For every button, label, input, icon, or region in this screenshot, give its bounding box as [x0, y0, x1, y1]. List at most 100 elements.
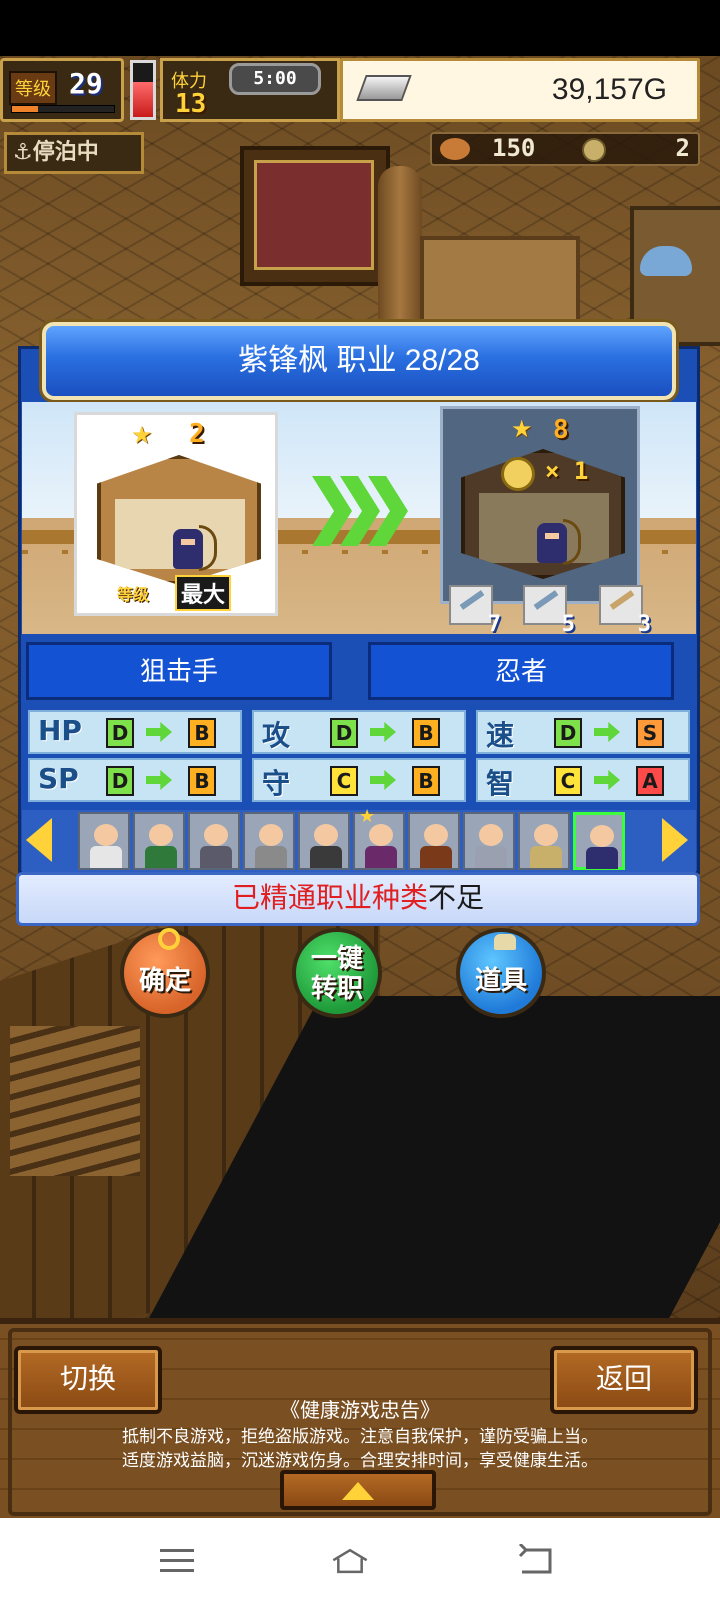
fist-icon: 3: [599, 585, 651, 634]
job-portrait-mage[interactable]: ★: [353, 806, 405, 870]
food-icon: [440, 138, 470, 160]
docked-label: 停泊中: [32, 140, 99, 165]
equip-count: 5: [561, 612, 575, 634]
current-stars: 2: [189, 419, 205, 449]
stamina-value: 13: [175, 89, 207, 119]
arrow-right-icon: [370, 770, 396, 790]
items-button[interactable]: 道具: [456, 928, 546, 1018]
arrow-right-icon: [146, 770, 172, 790]
job-portrait-wizard[interactable]: [133, 812, 185, 870]
one-click-label-1: 一键: [310, 944, 363, 974]
medal-value: 2: [675, 134, 690, 162]
job-portrait-elder[interactable]: [243, 812, 295, 870]
health-advice-line-2: 适度游戏益脑，沉迷游戏伤身。合理安排时间，享受健康生活。: [122, 1451, 598, 1470]
chevron-up-icon: [342, 1482, 374, 1500]
level-label: 等级: [9, 71, 57, 105]
grade-from: D: [106, 766, 134, 796]
grade-from: D: [330, 718, 358, 748]
items-label: 道具: [474, 966, 527, 996]
room-red: [240, 146, 390, 286]
menu-icon[interactable]: [160, 1544, 200, 1578]
circle-icon: [158, 928, 180, 950]
weapon-knife-icon: 5: [523, 585, 575, 634]
current-job-label: 狙击手: [26, 642, 332, 700]
stat-1: HP D B: [28, 710, 242, 754]
food-value: 150: [492, 134, 536, 162]
requirement-notice: 已精通职业种类不足: [16, 872, 700, 926]
job-portrait-viking[interactable]: [518, 812, 570, 870]
equip-count: 3: [637, 612, 651, 634]
job-portrait-pirate[interactable]: [408, 812, 460, 870]
job-selector: ★: [22, 806, 696, 872]
stat-2: 攻DB: [252, 710, 466, 754]
coin-cost: × 1: [545, 457, 589, 485]
grade-to: A: [636, 766, 664, 796]
coin-icon: [501, 457, 535, 491]
star-icon: ★: [511, 415, 533, 443]
equip-count: 7: [487, 612, 501, 634]
stat-name: HP: [38, 714, 82, 747]
job-portrait-explorer[interactable]: [78, 812, 130, 870]
clock: 5:00: [229, 63, 321, 95]
bottom-panel: 切换 返回 《健康游戏忠告》 抵制不良游戏，拒绝盗版游戏。注意自我保护，谨防受骗…: [0, 1318, 720, 1518]
medal-icon: [582, 138, 606, 162]
stamina-gauge: [130, 60, 156, 120]
grade-from: D: [554, 718, 582, 748]
level-value: 29: [69, 67, 103, 100]
resource-panel: 150 2: [430, 132, 700, 166]
arrow-right-icon: [594, 770, 620, 790]
job-portrait-ninja[interactable]: [573, 812, 625, 870]
home-icon[interactable]: [330, 1544, 370, 1578]
next-stars: 8: [553, 415, 569, 445]
star-icon: ★: [131, 421, 153, 449]
stat-6: 智CA: [476, 758, 690, 802]
change-arrows-icon: [312, 476, 408, 546]
prev-arrow-icon[interactable]: [26, 818, 52, 862]
job-portrait-guard[interactable]: [463, 812, 515, 870]
stat-4: SP D B: [28, 758, 242, 802]
health-advice-line-1: 抵制不良游戏，拒绝盗版游戏。注意自我保护，谨防受骗上当。: [122, 1427, 598, 1446]
one-click-change-button[interactable]: 一键 转职: [292, 928, 382, 1018]
exp-bar: [11, 105, 115, 113]
stat-name: 速: [486, 719, 515, 752]
stat-name: 智: [486, 767, 515, 800]
stat-3: 速DS: [476, 710, 690, 754]
job-portrait-rogue[interactable]: [298, 812, 350, 870]
health-advice-title: 《健康游戏忠告》: [280, 1400, 440, 1422]
notice-red-text: 已精通职业种类: [231, 882, 428, 913]
next-arrow-icon[interactable]: [662, 818, 688, 862]
gold-value: 39,157G: [551, 73, 667, 106]
grade-to: B: [412, 718, 440, 748]
current-job-card: ★ 2 等级 最大: [74, 412, 278, 616]
confirm-button[interactable]: 确定: [120, 928, 210, 1018]
bag-icon: [494, 934, 516, 950]
silver-ingot-icon: [356, 75, 412, 101]
stat-name: 守: [262, 767, 291, 800]
dialog-title-banner: 紫锋枫 职业 28/28: [42, 322, 676, 400]
back-icon[interactable]: [516, 1544, 556, 1578]
arrow-right-icon: [370, 722, 396, 742]
job-names: 狙击手 忍者: [22, 638, 696, 704]
room-icon: [97, 455, 261, 585]
stat-name: SP: [38, 762, 79, 795]
grade-from: D: [106, 718, 134, 748]
stairs: [10, 1026, 140, 1176]
room-icon: [461, 449, 625, 579]
stat-name: 攻: [262, 719, 291, 752]
gold-panel[interactable]: 39,157G: [340, 58, 700, 122]
level-panel: 等级 29: [0, 58, 124, 122]
docked-status[interactable]: ⚓停泊中: [4, 132, 144, 174]
weapon-sword-icon: 7: [449, 585, 501, 634]
grade-to: B: [412, 766, 440, 796]
anchor-icon: ⚓: [13, 140, 33, 165]
dialog-title: 紫锋枫 职业 28/28: [238, 344, 480, 377]
new-job-label: 忍者: [368, 642, 674, 700]
status-bar: [0, 0, 720, 56]
grade-from: C: [330, 766, 358, 796]
grade-to: B: [188, 766, 216, 796]
arrow-right-icon: [146, 722, 172, 742]
expand-button[interactable]: [280, 1470, 436, 1510]
job-portrait-knight[interactable]: [188, 812, 240, 870]
grade-to: S: [636, 718, 664, 748]
stamina-panel: 体力 13 5:00: [160, 58, 340, 122]
